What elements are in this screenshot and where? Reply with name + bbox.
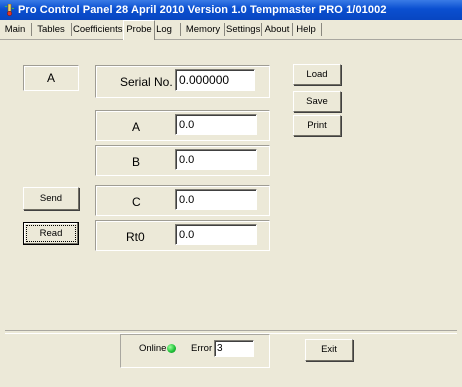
tab-separator <box>321 23 322 36</box>
coefficient-b-field[interactable] <box>175 149 257 170</box>
online-indicator-icon <box>167 344 176 353</box>
error-count-field[interactable] <box>214 340 254 357</box>
error-label: Error <box>191 343 213 354</box>
send-button[interactable]: Send <box>23 187 79 210</box>
tab-separator <box>71 23 72 36</box>
tab-separator <box>180 23 181 36</box>
online-label: Online <box>139 343 167 354</box>
tab-probe[interactable]: Probe <box>123 20 155 40</box>
save-button[interactable]: Save <box>293 91 341 112</box>
tab-separator <box>292 23 293 36</box>
title-bar[interactable]: Pro Control Panel 28 April 2010 Version … <box>0 0 462 20</box>
tab-separator <box>261 23 262 36</box>
rt0-field[interactable] <box>175 224 257 245</box>
tab-about[interactable]: About <box>263 22 291 37</box>
tab-tables[interactable]: Tables <box>33 22 69 37</box>
tab-settings[interactable]: Settings <box>226 22 260 37</box>
load-button[interactable]: Load <box>293 64 341 85</box>
exit-button[interactable]: Exit <box>305 339 353 361</box>
coefficient-a-field[interactable] <box>175 114 257 135</box>
tab-memory[interactable]: Memory <box>183 22 223 37</box>
print-button[interactable]: Print <box>293 115 341 136</box>
tab-coefficients[interactable]: Coefficients <box>73 22 122 37</box>
serial-number-field[interactable] <box>175 69 255 91</box>
coefficient-b-label: B <box>132 155 141 169</box>
serial-label: Serial No. <box>120 75 173 89</box>
app-window: Pro Control Panel 28 April 2010 Version … <box>0 0 462 387</box>
probe-mode-label: A <box>23 65 79 91</box>
tab-main[interactable]: Main <box>2 22 28 37</box>
rt0-label: Rt0 <box>126 230 145 244</box>
window-title: Pro Control Panel 28 April 2010 Version … <box>18 4 387 16</box>
read-button[interactable]: Read <box>23 222 79 245</box>
app-icon <box>5 4 14 16</box>
coefficient-c-label: C <box>132 195 141 209</box>
tab-separator <box>224 23 225 36</box>
coefficient-a-label: A <box>132 120 141 134</box>
tab-help[interactable]: Help <box>294 22 318 37</box>
tab-log[interactable]: Log <box>155 22 173 37</box>
tab-separator <box>31 23 32 36</box>
tab-bar: Main Tables Coefficients Probe Log Memor… <box>0 20 462 40</box>
coefficient-c-field[interactable] <box>175 189 257 210</box>
